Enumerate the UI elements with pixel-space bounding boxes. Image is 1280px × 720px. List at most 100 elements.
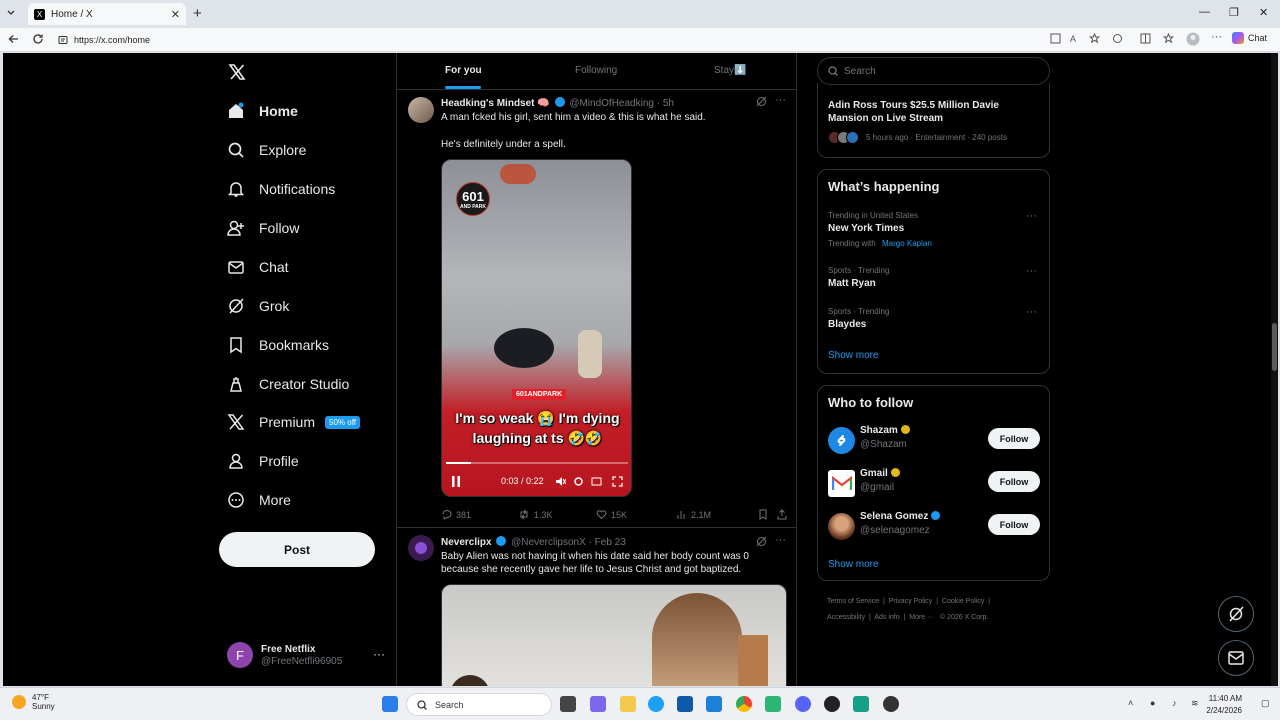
refresh-icon[interactable] xyxy=(32,33,44,45)
app-icon[interactable] xyxy=(853,696,869,712)
messages-fab-button[interactable] xyxy=(1218,640,1254,676)
post-button[interactable]: Post xyxy=(219,532,375,567)
video-player[interactable]: 601 AND PARK 601ANDPARK I'm so weak 😭 I'… xyxy=(441,159,632,497)
footer-link[interactable]: Ads info xyxy=(874,614,899,621)
tab-actions-icon[interactable] xyxy=(6,7,16,17)
app-icon[interactable] xyxy=(883,696,899,712)
reply-button[interactable]: 381 xyxy=(441,509,518,520)
notifications-icon[interactable]: ▢ xyxy=(1261,698,1270,709)
app-available-icon[interactable] xyxy=(1050,33,1061,44)
repost-button[interactable]: 1.3K xyxy=(518,509,596,520)
tray-app-icon[interactable]: ● xyxy=(1150,698,1155,708)
follow-suggestion[interactable]: Gmail @gmail Follow xyxy=(828,468,1040,498)
tab-following[interactable]: Following xyxy=(575,65,617,76)
tweet-more-icon[interactable]: ··· xyxy=(775,94,786,106)
tweet-author-name[interactable]: Neverclipx xyxy=(441,537,492,548)
browser-tab[interactable]: X Home / X ✕ xyxy=(28,3,186,25)
grok-analyze-icon[interactable] xyxy=(756,96,767,107)
avatar[interactable] xyxy=(408,535,434,561)
footer-link[interactable]: Accessibility xyxy=(827,614,865,621)
store-icon[interactable] xyxy=(677,696,693,712)
trend-more-icon[interactable]: ··· xyxy=(1026,210,1037,222)
tray-overflow-icon[interactable]: ˄ xyxy=(1128,698,1133,708)
weather-widget[interactable]: 47°F Sunny xyxy=(12,693,55,711)
search-input[interactable]: Search xyxy=(817,57,1050,85)
restore-button[interactable]: ❐ xyxy=(1229,6,1239,19)
clock[interactable]: 11:40 AM 2/24/2026 xyxy=(1198,693,1242,717)
grok-analyze-icon[interactable] xyxy=(756,536,767,547)
task-view-icon[interactable] xyxy=(560,696,576,712)
tweet-author-handle[interactable]: @NeverclipsonX xyxy=(511,537,586,548)
close-tab-icon[interactable]: ✕ xyxy=(171,8,180,21)
grok-fab-button[interactable] xyxy=(1218,596,1254,632)
follow-button[interactable]: Follow xyxy=(988,514,1040,535)
tweet[interactable]: Headking's Mindset 🧠 @MindOfHeadking · 5… xyxy=(397,90,797,528)
extensions-icon[interactable] xyxy=(1112,33,1123,44)
show-more-trends-link[interactable]: Show more xyxy=(828,350,879,361)
favorites-icon[interactable] xyxy=(1163,33,1174,44)
minimize-button[interactable]: — xyxy=(1199,6,1210,18)
app-icon[interactable] xyxy=(590,696,606,712)
views-button[interactable]: 2.1M xyxy=(676,509,758,520)
read-aloud-icon[interactable]: A xyxy=(1070,33,1081,44)
nav-home[interactable]: Home xyxy=(227,99,298,123)
scrollbar-thumb[interactable] xyxy=(1272,323,1277,371)
share-button[interactable] xyxy=(777,509,787,520)
copilot-chat-button[interactable]: Chat xyxy=(1232,32,1267,44)
nav-chat[interactable]: Chat xyxy=(227,255,289,279)
like-button[interactable]: 15K xyxy=(596,509,676,520)
file-explorer-icon[interactable] xyxy=(620,696,636,712)
trending-story-card[interactable]: Adin Ross Tours $25.5 Million Davie Mans… xyxy=(817,83,1050,158)
avatar[interactable] xyxy=(408,97,434,123)
nav-bookmarks[interactable]: Bookmarks xyxy=(227,333,329,357)
nav-explore[interactable]: Explore xyxy=(227,138,306,162)
start-icon[interactable] xyxy=(382,696,398,712)
follow-suggestion[interactable]: Selena Gomez @selenagomez Follow xyxy=(828,511,1040,541)
nav-notifications[interactable]: Notifications xyxy=(227,177,335,201)
follow-button[interactable]: Follow xyxy=(988,428,1040,449)
tweet[interactable]: Neverclipx @NeverclipsonX · Feb 23 ··· B… xyxy=(397,528,797,686)
trend-more-icon[interactable]: ··· xyxy=(1026,306,1037,318)
split-screen-icon[interactable] xyxy=(1140,33,1151,44)
pause-icon[interactable] xyxy=(451,476,461,487)
tab-for-you[interactable]: For you xyxy=(445,65,482,89)
trend-more-icon[interactable]: ··· xyxy=(1026,265,1037,277)
outlook-icon[interactable] xyxy=(706,696,722,712)
pip-icon[interactable] xyxy=(591,476,602,487)
taskbar-search[interactable]: Search xyxy=(406,693,552,716)
tweet-media[interactable] xyxy=(441,584,787,686)
tweet-time[interactable]: · Feb 23 xyxy=(589,537,626,548)
show-more-suggestions-link[interactable]: Show more xyxy=(828,559,879,570)
video-settings-icon[interactable] xyxy=(573,476,584,487)
profile-avatar-icon[interactable] xyxy=(1186,32,1200,46)
tweet-more-icon[interactable]: ··· xyxy=(775,534,786,546)
edge-icon[interactable] xyxy=(648,696,664,712)
video-progress-bar[interactable] xyxy=(446,462,628,464)
nav-premium[interactable]: Premium 50% off xyxy=(227,410,360,434)
follow-suggestion[interactable]: Shazam @Shazam Follow xyxy=(828,425,1040,455)
tab-stay[interactable]: Stay⬇️ xyxy=(714,65,746,76)
account-switcher[interactable]: F Free Netflix @FreeNetfli96905 ··· xyxy=(227,639,387,671)
settings-more-icon[interactable]: ··· xyxy=(1211,31,1222,43)
tweet-time[interactable]: · 5h xyxy=(657,98,674,109)
follow-button[interactable]: Follow xyxy=(988,471,1040,492)
site-info-icon[interactable] xyxy=(58,35,68,45)
nav-creator-studio[interactable]: Creator Studio xyxy=(227,372,349,396)
microphone-icon[interactable]: ♪ xyxy=(1172,698,1177,708)
account-more-icon[interactable]: ··· xyxy=(373,647,385,661)
nav-follow[interactable]: Follow xyxy=(227,216,299,240)
nav-grok[interactable]: Grok xyxy=(227,294,289,318)
footer-link[interactable]: More ··· xyxy=(909,614,934,621)
back-icon[interactable] xyxy=(8,33,20,45)
nav-profile[interactable]: Profile xyxy=(227,449,299,473)
footer-link[interactable]: Terms of Service xyxy=(827,598,879,605)
close-window-button[interactable]: ✕ xyxy=(1259,6,1268,19)
tweet-author-handle[interactable]: @MindOfHeadking xyxy=(569,98,654,109)
page-scrollbar[interactable] xyxy=(1271,53,1278,686)
tweet-author-name[interactable]: Headking's Mindset 🧠 xyxy=(441,98,550,109)
mute-icon[interactable] xyxy=(555,476,566,487)
footer-link[interactable]: Cookie Policy xyxy=(942,598,984,605)
bookmark-button[interactable] xyxy=(758,509,777,520)
url-field[interactable]: https://x.com/home xyxy=(52,31,1042,49)
x-logo-icon[interactable] xyxy=(228,63,246,81)
